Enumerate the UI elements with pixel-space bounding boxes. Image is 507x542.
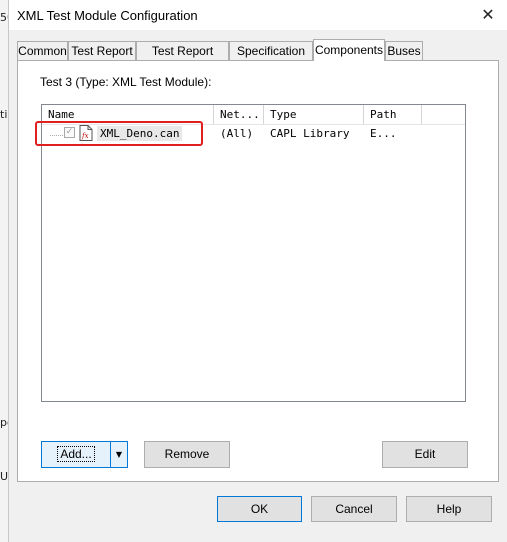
component-path: E...: [370, 127, 397, 140]
window-title: XML Test Module Configuration: [17, 8, 198, 23]
help-button[interactable]: Help: [406, 496, 492, 522]
background-fragment: ti: [0, 108, 8, 121]
close-icon[interactable]: ✕: [478, 5, 498, 25]
tab-test-report-filter[interactable]: Test Report Filter: [136, 41, 229, 77]
panel-heading: Test 3 (Type: XML Test Module):: [40, 75, 212, 89]
edit-button[interactable]: Edit: [382, 441, 468, 468]
add-button[interactable]: Add...: [41, 441, 111, 468]
dialog-window: XML Test Module Configuration ✕ Common T…: [8, 0, 507, 542]
components-list[interactable]: Name Net... Type Path ✓ fx XML_Deno.can …: [41, 104, 466, 402]
column-header-path[interactable]: Path: [364, 105, 422, 124]
red-highlight-box: [35, 121, 203, 146]
tab-buses[interactable]: Buses: [385, 41, 423, 60]
ok-button[interactable]: OK: [217, 496, 302, 522]
cancel-button[interactable]: Cancel: [311, 496, 397, 522]
tab-specification[interactable]: Specification: [229, 41, 313, 60]
component-net: (All): [220, 127, 254, 140]
column-header-net[interactable]: Net...: [214, 105, 264, 124]
add-dropdown-button[interactable]: ▼: [110, 441, 128, 468]
tab-components[interactable]: Components: [313, 39, 385, 61]
add-button-label: Add...: [57, 446, 95, 462]
title-bar: XML Test Module Configuration ✕: [9, 0, 507, 30]
component-type: CAPL Library: [270, 127, 350, 140]
remove-button[interactable]: Remove: [144, 441, 230, 468]
tab-test-report[interactable]: Test Report: [68, 41, 136, 60]
column-header-type[interactable]: Type: [264, 105, 364, 124]
tab-common[interactable]: Common: [17, 41, 68, 60]
